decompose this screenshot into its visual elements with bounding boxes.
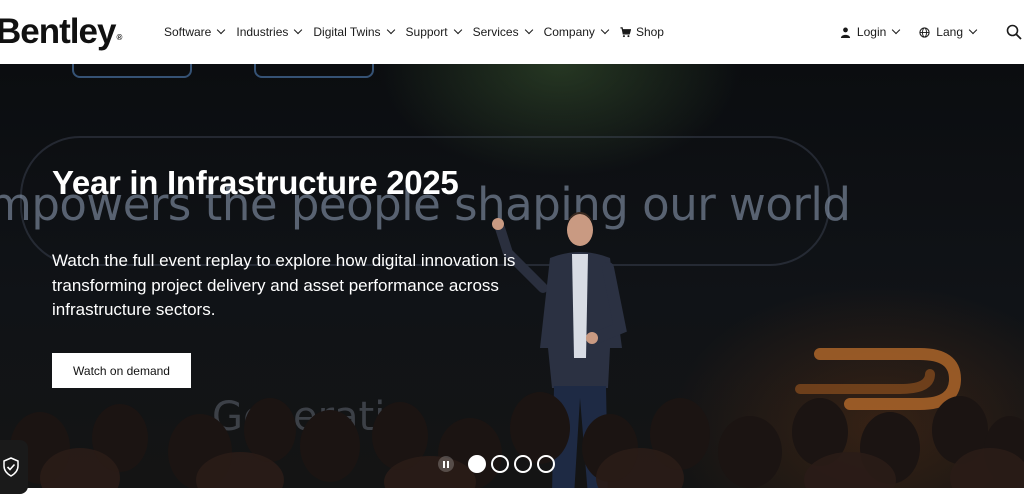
stage-light-panel xyxy=(254,64,374,78)
nav-services-label: Services xyxy=(472,25,519,39)
pause-bar xyxy=(443,460,445,468)
login-label: Login xyxy=(856,25,887,39)
nav-shop[interactable]: Shop xyxy=(620,25,664,39)
hero-description: Watch the full event replay to explore h… xyxy=(52,251,516,319)
globe-icon xyxy=(919,26,930,38)
pause-icon[interactable] xyxy=(438,456,454,472)
search-icon[interactable] xyxy=(1006,24,1022,40)
nav-digital-twins-label: Digital Twins xyxy=(313,25,381,39)
pause-bar xyxy=(447,460,449,468)
chevron-down-icon xyxy=(217,25,226,35)
chevron-down-icon xyxy=(453,25,462,35)
chevron-down-icon xyxy=(294,25,303,35)
nav-industries[interactable]: Industries xyxy=(236,25,303,39)
privacy-settings-button[interactable] xyxy=(0,440,28,494)
carousel-controls xyxy=(438,453,560,475)
nav-industries-label: Industries xyxy=(236,25,289,39)
nav-software-label: Software xyxy=(164,25,212,39)
nav-services[interactable]: Services xyxy=(472,25,533,39)
bentley-logo[interactable]: Bentley® xyxy=(0,14,122,50)
nav-digital-twins[interactable]: Digital Twins xyxy=(313,25,395,39)
shield-check-icon xyxy=(3,457,19,477)
person-icon xyxy=(840,27,851,38)
nav-company-label: Company xyxy=(543,25,595,39)
utility-nav: Login Lang xyxy=(840,0,1024,64)
nav-software[interactable]: Software xyxy=(164,25,226,39)
chevron-down-icon xyxy=(524,25,533,35)
carousel-dot-3[interactable] xyxy=(514,455,532,473)
site-header: Bentley® Software Industries Digital Twi… xyxy=(0,0,1024,64)
watch-on-demand-button[interactable]: Watch on demand xyxy=(52,353,191,388)
logo-registered-mark: ® xyxy=(116,33,123,42)
main-nav: Software Industries Digital Twins Suppor… xyxy=(164,0,676,64)
carousel-dot-2[interactable] xyxy=(491,455,509,473)
lang-label: Lang xyxy=(936,25,963,39)
nav-support[interactable]: Support xyxy=(405,25,462,39)
chevron-down-icon xyxy=(386,25,395,35)
login-menu[interactable]: Login xyxy=(840,25,901,39)
chevron-down-icon xyxy=(600,25,610,35)
hero-title: Year in Infrastructure 2025 xyxy=(52,164,459,202)
nav-support-label: Support xyxy=(405,25,448,39)
cart-icon xyxy=(620,26,631,37)
nav-shop-label: Shop xyxy=(635,25,664,39)
page-below-fold xyxy=(0,488,1024,503)
carousel-dot-4[interactable] xyxy=(537,455,555,473)
logo-text: Bentley xyxy=(0,12,116,51)
carousel-dot-1[interactable] xyxy=(468,455,486,473)
language-menu[interactable]: Lang xyxy=(919,25,978,39)
hero-banner: mpowers the people shaping our world Gen… xyxy=(0,64,1024,488)
chevron-down-icon xyxy=(892,25,901,35)
nav-company[interactable]: Company xyxy=(543,25,610,39)
stage-light-panel xyxy=(72,64,192,78)
chevron-down-icon xyxy=(968,25,978,35)
